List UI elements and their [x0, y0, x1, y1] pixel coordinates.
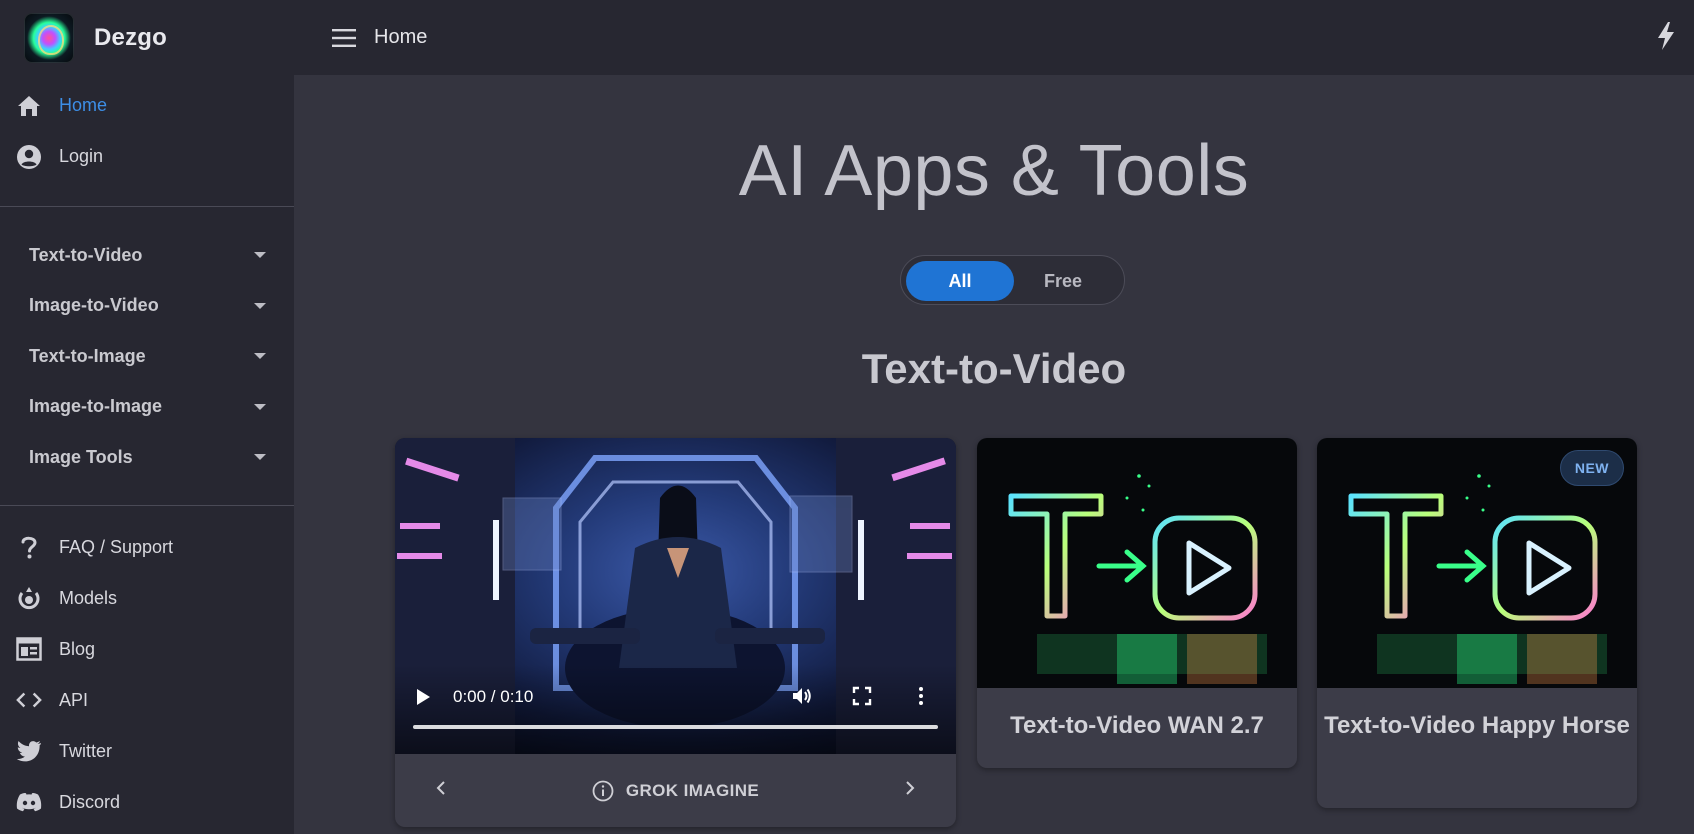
- caret-down-icon: [254, 454, 266, 461]
- tool-card-title: Text-to-Video Happy Horse: [1324, 712, 1630, 739]
- fullscreen-icon[interactable]: [851, 685, 873, 707]
- video-controls: 0:00 / 0:10: [395, 664, 956, 754]
- carousel-prev-button[interactable]: [435, 780, 447, 801]
- filter-all-button[interactable]: All: [906, 261, 1014, 301]
- sidebar-item-label: Models: [59, 587, 118, 608]
- video-progress-track[interactable]: [413, 725, 938, 729]
- discord-icon: [16, 789, 42, 815]
- sidebar-category-text-to-image[interactable]: Text-to-Image: [0, 331, 294, 382]
- caret-down-icon: [254, 302, 266, 309]
- sidebar-category-text-to-video[interactable]: Text-to-Video: [0, 230, 294, 281]
- tool-thumbnail: NEW: [1317, 438, 1637, 688]
- category-label: Image Tools: [29, 446, 133, 467]
- filter-free-button[interactable]: Free: [1009, 261, 1117, 301]
- section-title: Text-to-Video: [861, 345, 1127, 392]
- sidebar: Home Login Text-to-Video Image-to-Video …: [0, 75, 294, 834]
- tool-card-title: Text-to-Video WAN 2.7: [1010, 712, 1264, 739]
- models-icon: [16, 585, 42, 611]
- sidebar-item-twitter[interactable]: Twitter: [0, 726, 294, 777]
- tool-card-wan[interactable]: Text-to-Video WAN 2.7: [977, 438, 1297, 768]
- category-label: Image-to-Image: [29, 396, 163, 417]
- tool-thumbnail: [977, 438, 1297, 688]
- text-to-video-art: [1008, 474, 1267, 684]
- sidebar-item-home[interactable]: Home: [0, 80, 294, 131]
- carousel-next-button[interactable]: [904, 780, 916, 801]
- menu-toggle-button[interactable]: [324, 18, 364, 58]
- caret-down-icon: [254, 403, 266, 410]
- sidebar-item-discord[interactable]: Discord: [0, 777, 294, 828]
- home-icon: [16, 93, 42, 119]
- sidebar-item-login[interactable]: Login: [0, 131, 294, 182]
- menu-icon: [332, 28, 356, 47]
- tool-card-happy-horse[interactable]: NEW Text-to-Video Happy Horse: [1317, 438, 1637, 808]
- sidebar-item-label: FAQ / Support: [59, 536, 174, 557]
- info-icon: [592, 780, 614, 801]
- brand[interactable]: Dezgo: [0, 0, 294, 75]
- sidebar-category-image-to-image[interactable]: Image-to-Image: [0, 382, 294, 433]
- carousel-label-text: GROK IMAGINE: [625, 780, 760, 800]
- category-label: Text-to-Video: [29, 244, 143, 265]
- blog-icon: [16, 636, 42, 662]
- volume-icon[interactable]: [791, 685, 813, 707]
- app-bar: Dezgo Home: [0, 0, 1694, 75]
- question-icon: [16, 534, 42, 560]
- new-badge: NEW: [1559, 450, 1624, 486]
- twitter-icon: [16, 738, 42, 764]
- sidebar-item-api[interactable]: API: [0, 675, 294, 726]
- chevron-right-icon: [906, 781, 915, 795]
- sidebar-item-blog[interactable]: Blog: [0, 624, 294, 675]
- carousel-label[interactable]: GROK IMAGINE: [592, 780, 759, 802]
- bolt-icon: [1658, 22, 1674, 50]
- chevron-left-icon: [436, 781, 445, 795]
- breadcrumb: Home: [374, 26, 428, 48]
- sidebar-item-label: Blog: [59, 638, 96, 659]
- category-label: Image-to-Video: [29, 295, 159, 316]
- dezgo-logo: [24, 12, 74, 63]
- page-title: AI Apps & Tools: [738, 131, 1250, 211]
- sidebar-item-models[interactable]: Models: [0, 573, 294, 624]
- sidebar-item-label: Discord: [59, 791, 121, 812]
- brand-name: Dezgo: [94, 23, 167, 51]
- sidebar-category-image-tools[interactable]: Image Tools: [0, 432, 294, 483]
- caret-down-icon: [254, 353, 266, 360]
- sidebar-item-faq[interactable]: FAQ / Support: [0, 522, 294, 573]
- code-icon: [16, 687, 42, 713]
- featured-video-card: 0:00 / 0:10 GROK IMAGINE: [395, 438, 956, 827]
- sidebar-item-label: API: [59, 689, 89, 710]
- account-icon: [16, 144, 42, 170]
- more-options-icon[interactable]: [910, 685, 932, 707]
- filter-toggle: All Free: [900, 255, 1125, 305]
- main-content: AI Apps & Tools All Free Text-to-Video 0…: [294, 75, 1694, 834]
- sidebar-item-label: Login: [59, 146, 104, 166]
- play-icon[interactable]: [417, 689, 430, 705]
- sidebar-item-label: Twitter: [59, 740, 113, 761]
- caret-down-icon: [254, 252, 266, 259]
- sidebar-category-image-to-video[interactable]: Image-to-Video: [0, 281, 294, 332]
- sidebar-item-label: Home: [59, 95, 108, 115]
- video-player[interactable]: 0:00 / 0:10: [395, 438, 956, 754]
- carousel-bar: GROK IMAGINE: [395, 754, 956, 827]
- category-label: Text-to-Image: [29, 345, 146, 366]
- bolt-button[interactable]: [1654, 20, 1678, 52]
- video-time: 0:00 / 0:10: [453, 687, 534, 706]
